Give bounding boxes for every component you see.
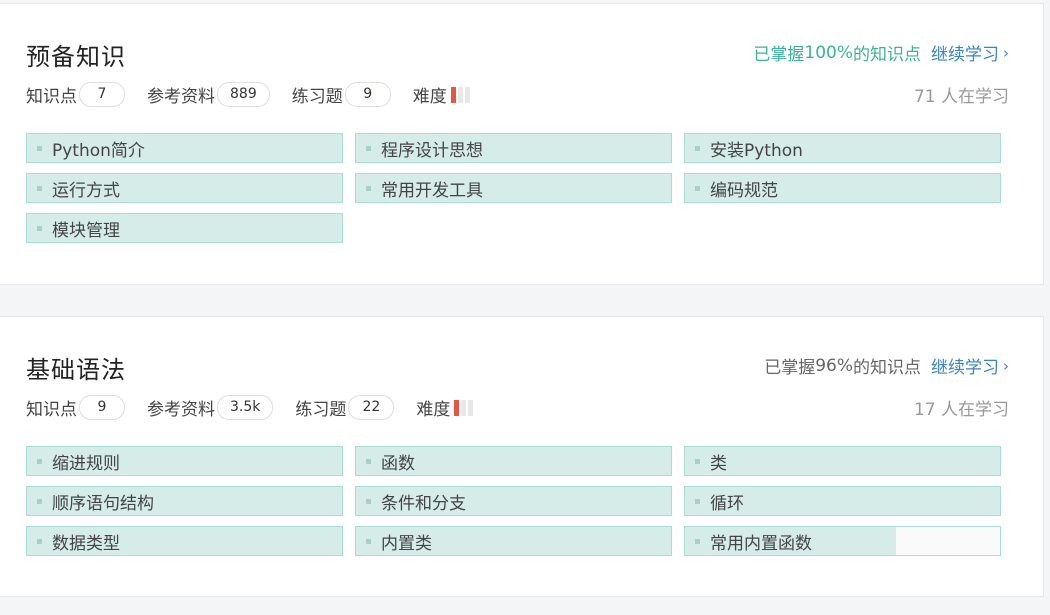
square-bullet-icon bbox=[695, 498, 700, 504]
topic-tag[interactable]: 常用开发工具 bbox=[355, 173, 672, 203]
topic-label: 类 bbox=[710, 453, 727, 474]
topic-tag[interactable]: 顺序语句结构 bbox=[26, 486, 343, 516]
topic-grid: 缩进规则 函数 类顺序语句结构 条件和分支 循环数据类型 内置类 常用内置函数 bbox=[26, 446, 1012, 556]
topic-tag[interactable]: 类 bbox=[684, 446, 1001, 476]
topic-tag[interactable]: 运行方式 bbox=[26, 173, 343, 203]
difficulty-bar bbox=[468, 399, 474, 416]
exercises-count: 22 bbox=[348, 395, 395, 420]
topic-label: 常用内置函数 bbox=[710, 533, 812, 554]
topic-label: 内置类 bbox=[381, 533, 432, 554]
knowledge-points-count: 7 bbox=[79, 82, 125, 107]
mastery-suffix: 的知识点 bbox=[853, 45, 921, 65]
square-bullet-icon bbox=[695, 145, 700, 151]
topic-label: 缩进规则 bbox=[52, 453, 120, 474]
topic-tag[interactable]: 循环 bbox=[684, 486, 1001, 516]
square-bullet-icon bbox=[695, 185, 700, 191]
references-label: 参考资料 bbox=[147, 87, 215, 107]
mastery-progress: 已掌握 100% 的知识点 继续学习 › bbox=[753, 40, 1009, 66]
topic-label: Python简介 bbox=[52, 140, 145, 161]
section-title: 基础语法 bbox=[26, 356, 126, 384]
topic-label: 安装Python bbox=[710, 140, 803, 161]
course-section-card: 预备知识 已掌握 100% 的知识点 继续学习 › 知识点 7 参考资料 889 练… bbox=[0, 3, 1044, 285]
difficulty-bars-icon bbox=[450, 86, 470, 103]
difficulty-label: 难度 bbox=[412, 87, 447, 107]
topic-tag[interactable]: 编码规范 bbox=[684, 173, 1001, 203]
square-bullet-icon bbox=[37, 538, 42, 544]
topic-label: 常用开发工具 bbox=[381, 180, 483, 201]
square-bullet-icon bbox=[366, 498, 371, 504]
continue-learning-label: 继续学习 bbox=[931, 358, 999, 378]
continue-learning-link[interactable]: 继续学习 › bbox=[931, 353, 1009, 379]
learners-count: 17 人在学习 bbox=[913, 400, 1009, 420]
knowledge-points-label: 知识点 bbox=[26, 400, 77, 420]
section-title: 预备知识 bbox=[26, 43, 126, 71]
topic-tag[interactable]: 程序设计思想 bbox=[355, 133, 672, 163]
topic-tag[interactable]: 数据类型 bbox=[26, 526, 343, 556]
course-section-card: 基础语法 已掌握 96% 的知识点 继续学习 › 知识点 9 参考资料 3.5k 练… bbox=[0, 316, 1044, 597]
knowledge-points-count: 9 bbox=[79, 395, 125, 420]
topic-label: 编码规范 bbox=[710, 180, 778, 201]
references-count: 3.5k bbox=[217, 395, 274, 420]
square-bullet-icon bbox=[366, 145, 371, 151]
square-bullet-icon bbox=[366, 538, 371, 544]
learners-count: 71 人在学习 bbox=[913, 87, 1009, 107]
square-bullet-icon bbox=[366, 458, 371, 464]
topic-label: 数据类型 bbox=[52, 533, 120, 554]
exercises-count: 9 bbox=[344, 82, 391, 107]
continue-learning-link[interactable]: 继续学习 › bbox=[931, 40, 1009, 66]
square-bullet-icon bbox=[37, 458, 42, 464]
square-bullet-icon bbox=[695, 538, 700, 544]
section-meta: 知识点 9 参考资料 3.5k 练习题 22 难度 bbox=[26, 395, 474, 420]
references-label: 参考资料 bbox=[147, 400, 215, 420]
topic-label: 条件和分支 bbox=[381, 493, 466, 514]
topic-label: 顺序语句结构 bbox=[52, 493, 154, 514]
topic-tag[interactable]: 缩进规则 bbox=[26, 446, 343, 476]
topic-tag[interactable]: Python简介 bbox=[26, 133, 343, 163]
topic-label: 模块管理 bbox=[52, 220, 120, 241]
mastery-progress: 已掌握 96% 的知识点 继续学习 › bbox=[764, 353, 1009, 379]
topic-tag[interactable]: 内置类 bbox=[355, 526, 672, 556]
difficulty-bar bbox=[457, 86, 463, 103]
difficulty-bar bbox=[450, 86, 456, 103]
references-count: 889 bbox=[217, 82, 270, 107]
topic-tag[interactable]: 模块管理 bbox=[26, 213, 343, 243]
difficulty-label: 难度 bbox=[416, 400, 451, 420]
chevron-right-icon: › bbox=[1003, 43, 1009, 62]
exercises-label: 练习题 bbox=[295, 400, 347, 420]
topic-tag[interactable]: 常用内置函数 bbox=[684, 526, 1001, 556]
section-meta: 知识点 7 参考资料 889 练习题 9 难度 bbox=[26, 82, 470, 107]
knowledge-points-label: 知识点 bbox=[26, 87, 77, 107]
topic-grid: Python简介 程序设计思想 安装Python 运行方式 常用开发工具 编码规范模块管理 bbox=[26, 133, 1012, 243]
square-bullet-icon bbox=[37, 225, 42, 231]
topic-label: 程序设计思想 bbox=[381, 140, 483, 161]
square-bullet-icon bbox=[37, 145, 42, 151]
topic-label: 运行方式 bbox=[52, 180, 120, 201]
continue-learning-label: 继续学习 bbox=[931, 45, 999, 65]
square-bullet-icon bbox=[366, 185, 371, 191]
difficulty-bar bbox=[454, 399, 460, 416]
square-bullet-icon bbox=[695, 458, 700, 464]
chevron-right-icon: › bbox=[1003, 356, 1009, 375]
difficulty-bars-icon bbox=[454, 399, 474, 416]
topic-tag[interactable]: 条件和分支 bbox=[355, 486, 672, 516]
topic-tag[interactable]: 安装Python bbox=[684, 133, 1001, 163]
mastery-percent: 96% bbox=[815, 355, 853, 376]
mastery-suffix: 的知识点 bbox=[853, 358, 921, 378]
mastery-prefix: 已掌握 bbox=[753, 45, 805, 65]
difficulty-bar bbox=[464, 86, 470, 103]
exercises-label: 练习题 bbox=[291, 87, 343, 107]
topic-label: 函数 bbox=[381, 453, 415, 474]
square-bullet-icon bbox=[37, 185, 42, 191]
difficulty-bar bbox=[461, 399, 467, 416]
topic-tag[interactable]: 函数 bbox=[355, 446, 672, 476]
mastery-percent: 100% bbox=[804, 42, 853, 63]
topic-label: 循环 bbox=[710, 493, 744, 514]
square-bullet-icon bbox=[37, 498, 42, 504]
mastery-prefix: 已掌握 bbox=[764, 358, 816, 378]
